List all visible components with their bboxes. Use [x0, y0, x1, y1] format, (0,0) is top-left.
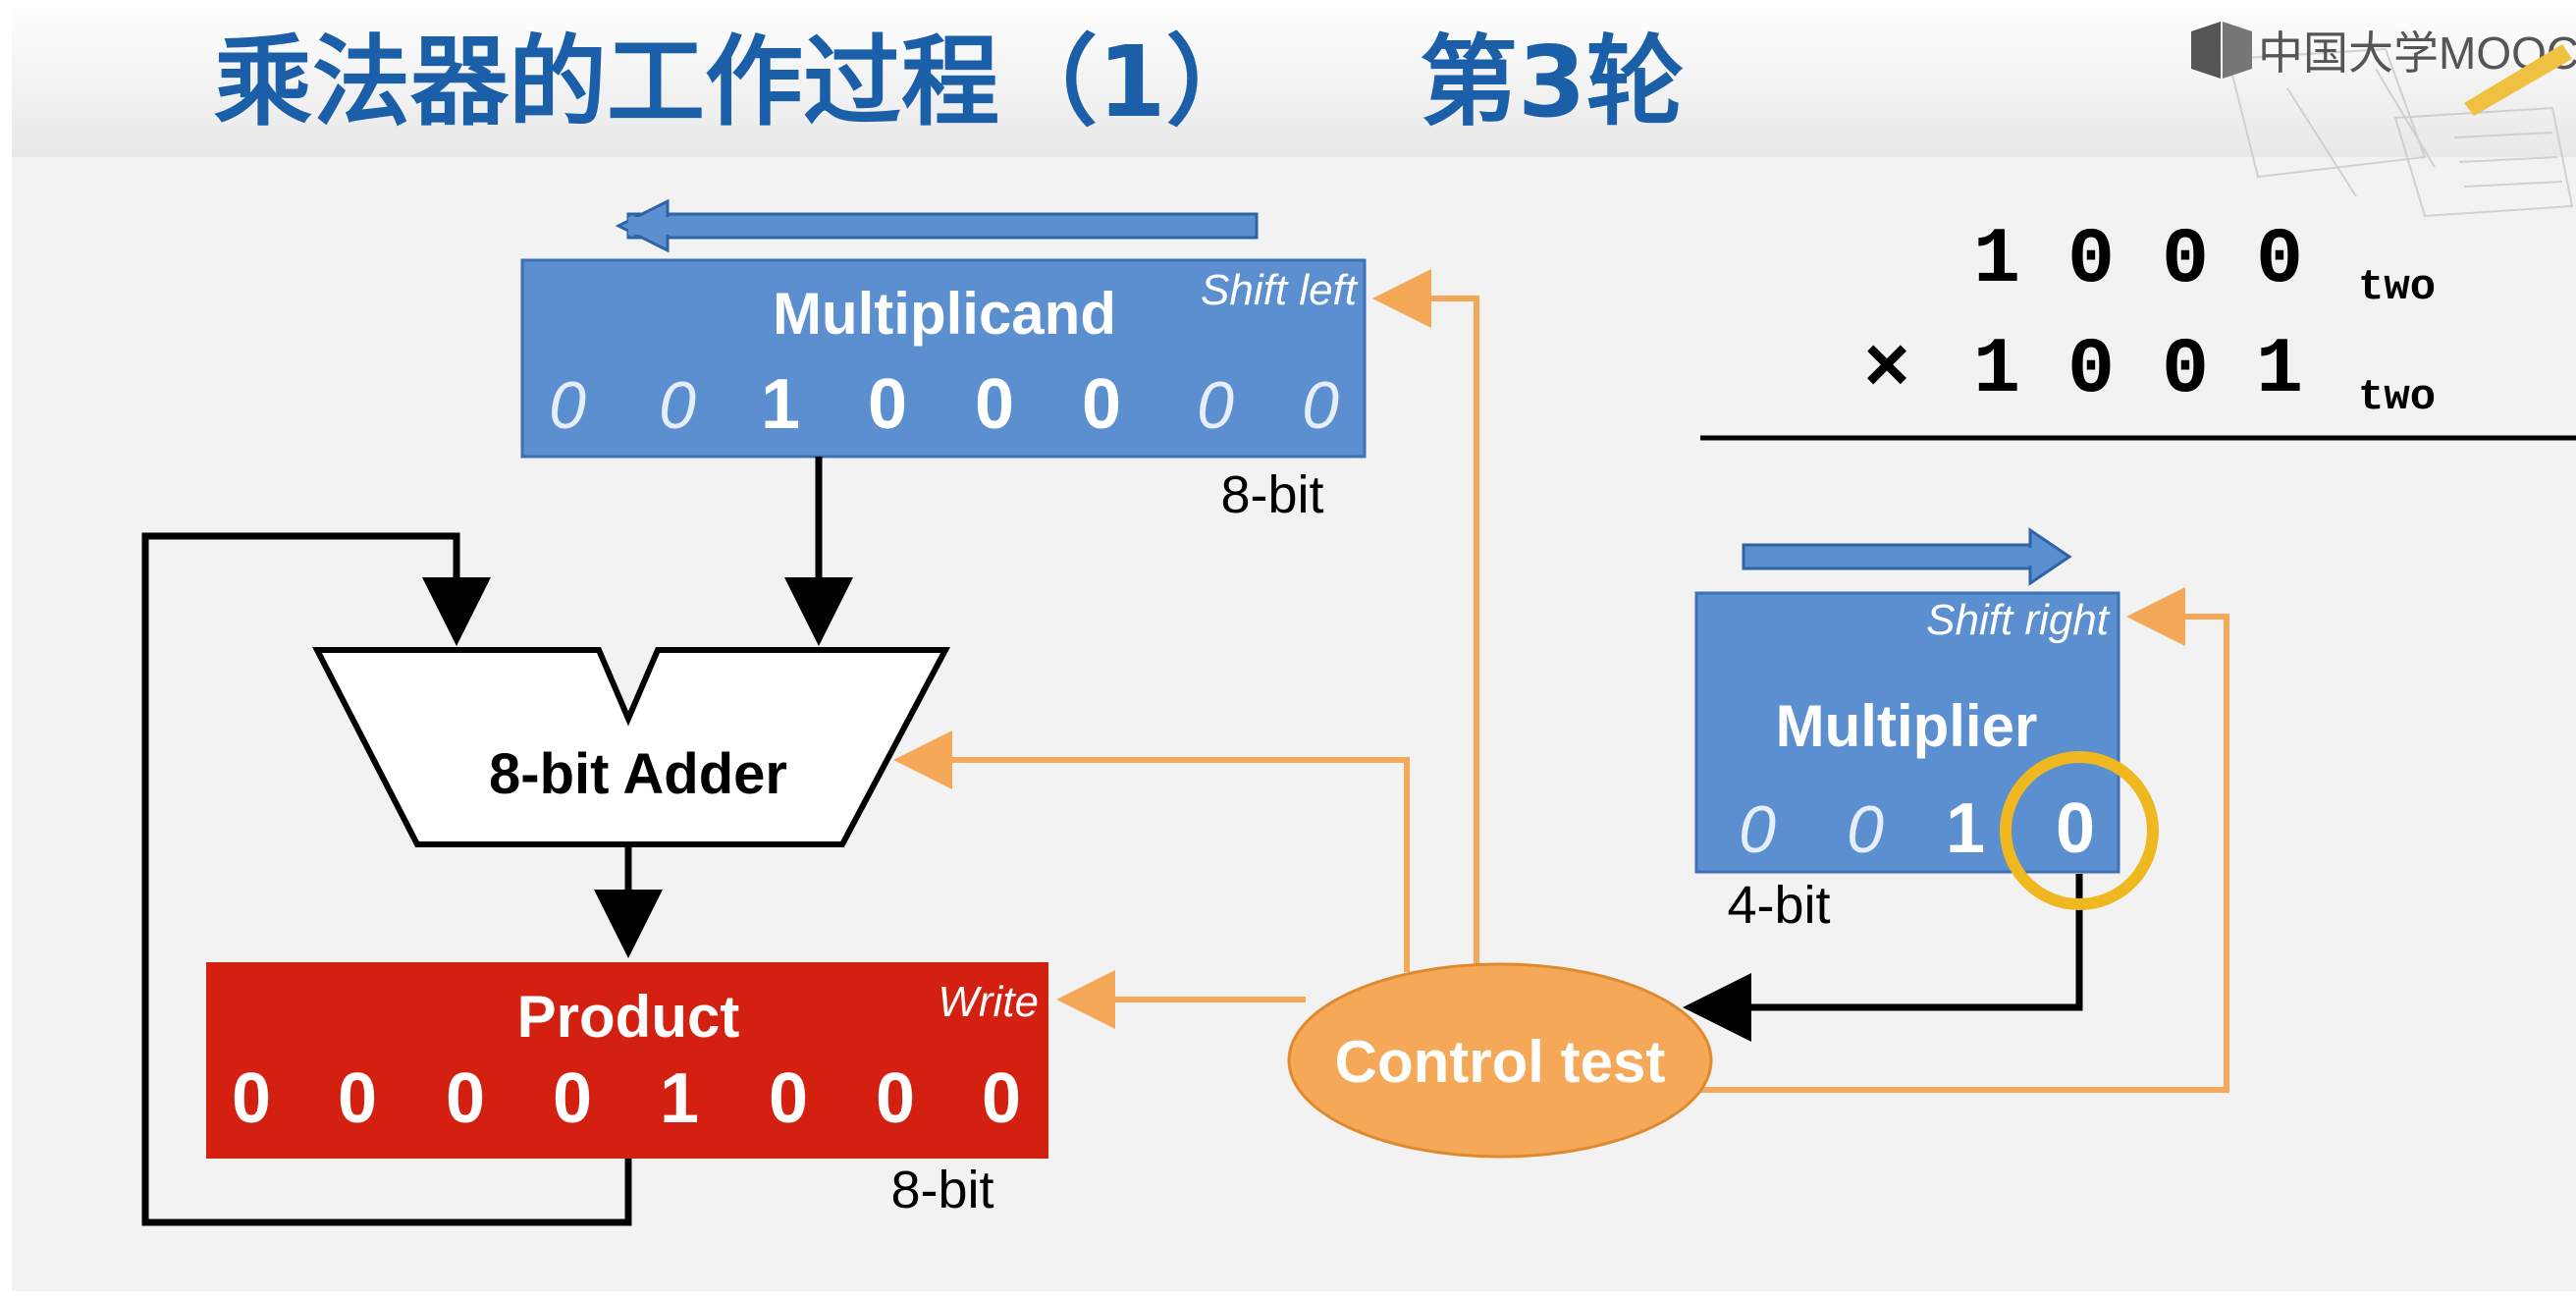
product-bit-2: 0 — [446, 1059, 485, 1138]
multiplicand-bit-7: 0 — [1302, 368, 1339, 443]
equation-line-1: 1 0 0 0 — [1973, 216, 2303, 305]
slide: 中国大学MOOC 乘法器的工作过程（1） 第3轮 Multiplicand Sh… — [0, 0, 2576, 1298]
multiplier-bit-2: 1 — [1946, 789, 1985, 868]
multiplier-bit-1: 0 — [1847, 792, 1884, 867]
equation-line-1-base: two — [2358, 263, 2436, 312]
multiplicand-bit-4: 0 — [975, 365, 1014, 444]
write-label: Write — [938, 978, 1039, 1026]
multiplicand-bit-1: 0 — [659, 368, 696, 443]
multiplicand-bit-5: 0 — [1082, 365, 1121, 444]
multiplier-width-label: 4-bit — [1727, 876, 1830, 935]
product-bit-7: 0 — [982, 1059, 1021, 1138]
multiplier-bit-3: 0 — [2056, 789, 2095, 868]
multiplicand-bit-2: 1 — [761, 365, 800, 444]
multiplicand-bit-6: 0 — [1197, 368, 1234, 443]
shift-left-label: Shift left — [1201, 266, 1359, 314]
logo-book-right-icon — [2223, 22, 2252, 79]
product-label: Product — [517, 984, 740, 1050]
round-label: 第3轮 — [1420, 25, 1685, 139]
product-bit-1: 0 — [338, 1059, 377, 1138]
shift-right-label: Shift right — [1926, 596, 2111, 644]
equation-line-2: 1 0 0 1 — [1973, 326, 2303, 415]
multiplier-diagram: 中国大学MOOC 乘法器的工作过程（1） 第3轮 Multiplicand Sh… — [0, 0, 2576, 1298]
multiplicand-label: Multiplicand — [773, 281, 1116, 347]
adder-label: 8-bit Adder — [489, 742, 787, 806]
product-bit-6: 0 — [876, 1059, 915, 1138]
multiplicand-bit-3: 0 — [868, 365, 907, 444]
control-test-label: Control test — [1335, 1029, 1666, 1095]
product-width-label: 8-bit — [890, 1161, 993, 1219]
equation-line-2-base: two — [2358, 373, 2436, 422]
product-bit-4: 1 — [660, 1059, 699, 1138]
product-bit-5: 0 — [769, 1059, 808, 1138]
equation-times-sign: × — [1863, 326, 1910, 415]
multiplicand-width-label: 8-bit — [1220, 465, 1323, 524]
page-title: 乘法器的工作过程（1） — [214, 25, 1264, 139]
multiplicand-bit-0: 0 — [549, 368, 586, 443]
multiplier-label: Multiplier — [1776, 693, 2038, 759]
product-bit-0: 0 — [232, 1059, 271, 1138]
product-bit-3: 0 — [553, 1059, 592, 1138]
multiplier-bit-0: 0 — [1739, 792, 1776, 867]
logo-book-left-icon — [2191, 22, 2221, 79]
